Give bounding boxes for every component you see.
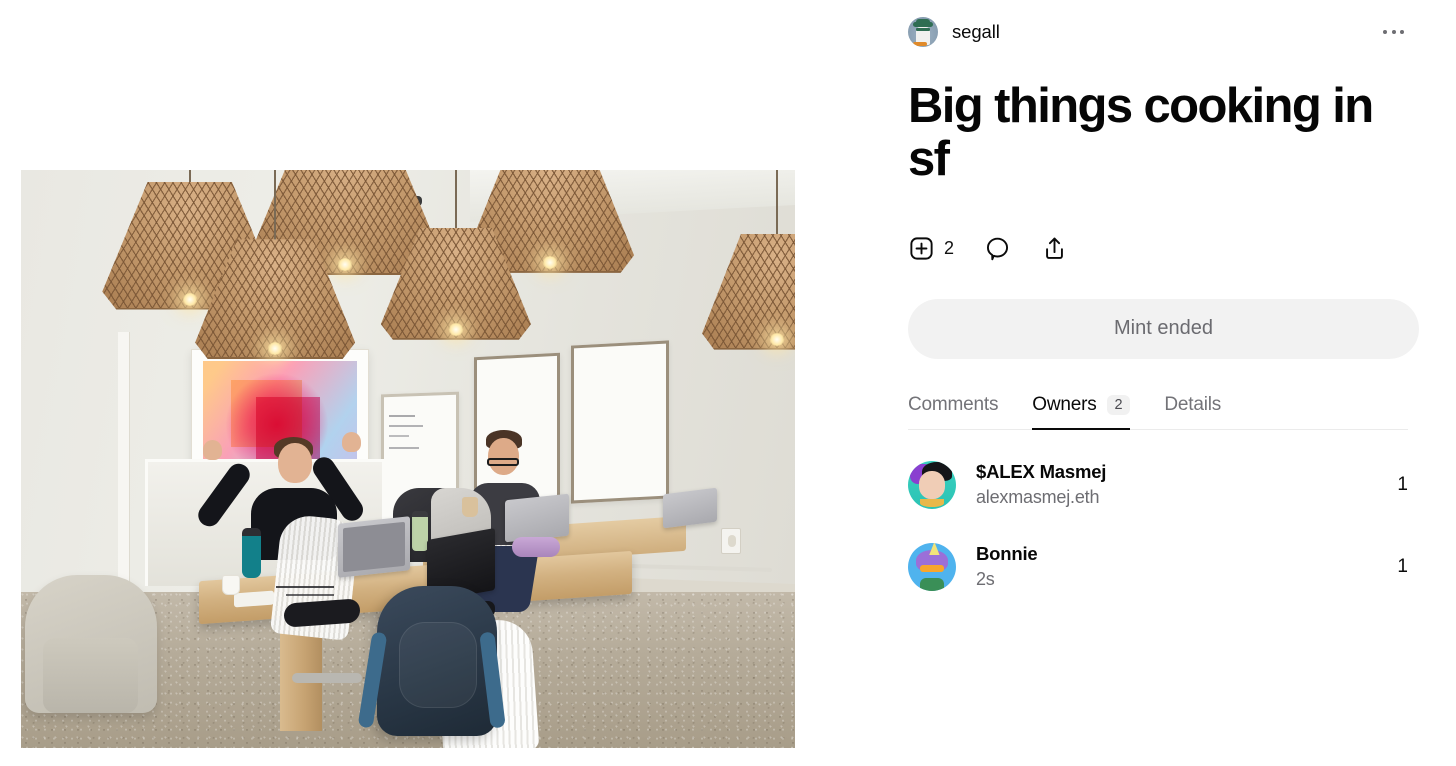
owner-subtitle: alexmasmej.eth [976,487,1100,508]
owner-name: Bonnie [976,543,1038,565]
tab-comments-label: Comments [908,393,999,415]
owners-list: $ALEX Masmej alexmasmej.eth 1 Bonnie 2s … [908,458,1408,594]
tab-owners-label: Owners [1032,393,1097,415]
chair-base [291,672,362,683]
coffee-cup [222,574,241,595]
collect-button[interactable]: 2 [908,235,954,262]
owner-info: $ALEX Masmej alexmasmej.eth [976,461,1106,508]
laptop [338,515,411,578]
lounge-armchair [24,574,157,713]
owner-subtitle: 2s [976,569,995,590]
water-bottle [241,528,261,579]
bonnie-pfp-icon[interactable] [908,542,956,591]
pencil-pouch [512,537,561,558]
tab-details-label: Details [1164,393,1222,415]
owner-count: 1 [1397,555,1408,577]
coffee-cup [462,496,479,517]
napkin [233,590,274,608]
tab-owners[interactable]: Owners 2 [1032,393,1131,430]
segall-pfp-icon[interactable] [908,17,938,47]
owner-name: $ALEX Masmej [976,461,1107,483]
share-button[interactable] [1041,235,1068,262]
comment-bubble-icon [984,235,1011,262]
tab-comments[interactable]: Comments [908,394,998,430]
owner-row[interactable]: Bonnie 2s 1 [908,540,1408,594]
owner-info: Bonnie 2s [976,543,1038,590]
backpack [377,586,498,737]
post-detail-page: segall Big things cooking in sf 2 Mint e… [0,0,1456,766]
laptop [504,493,569,542]
plus-square-icon [908,235,935,262]
wall-outlet [721,528,742,555]
post-image[interactable] [21,170,795,748]
page-title: Big things cooking in sf [908,79,1374,186]
ellipsis-horizontal-icon[interactable] [1379,22,1408,42]
media-pane [0,0,860,766]
tab-bar: Comments Owners 2 Details [908,394,1408,430]
creator-row[interactable]: segall [908,16,1408,48]
comment-button[interactable] [984,235,1011,262]
pendant-lamp-icon [195,170,356,360]
whiteboard-writing [384,406,455,471]
owner-count: 1 [1397,473,1408,495]
mouse-pad [284,597,361,628]
pendant-lamp-icon [380,170,531,340]
water-bottle [411,511,428,552]
collect-count: 2 [944,238,955,259]
action-bar: 2 [908,232,1408,266]
owner-row[interactable]: $ALEX Masmej alexmasmej.eth 1 [908,458,1408,512]
pendant-lamp-icon [702,170,795,350]
tab-details[interactable]: Details [1164,394,1221,430]
share-arrow-icon [1041,235,1068,262]
cables [276,580,387,603]
mint-ended-button[interactable]: Mint ended [908,298,1419,359]
creator-handle[interactable]: segall [952,21,1000,43]
alex-masmej-pfp-icon[interactable] [908,460,956,509]
office-photo [21,170,795,748]
tab-owners-badge: 2 [1106,394,1131,416]
info-pane: segall Big things cooking in sf 2 Mint e… [860,0,1456,766]
laptop [663,487,718,529]
